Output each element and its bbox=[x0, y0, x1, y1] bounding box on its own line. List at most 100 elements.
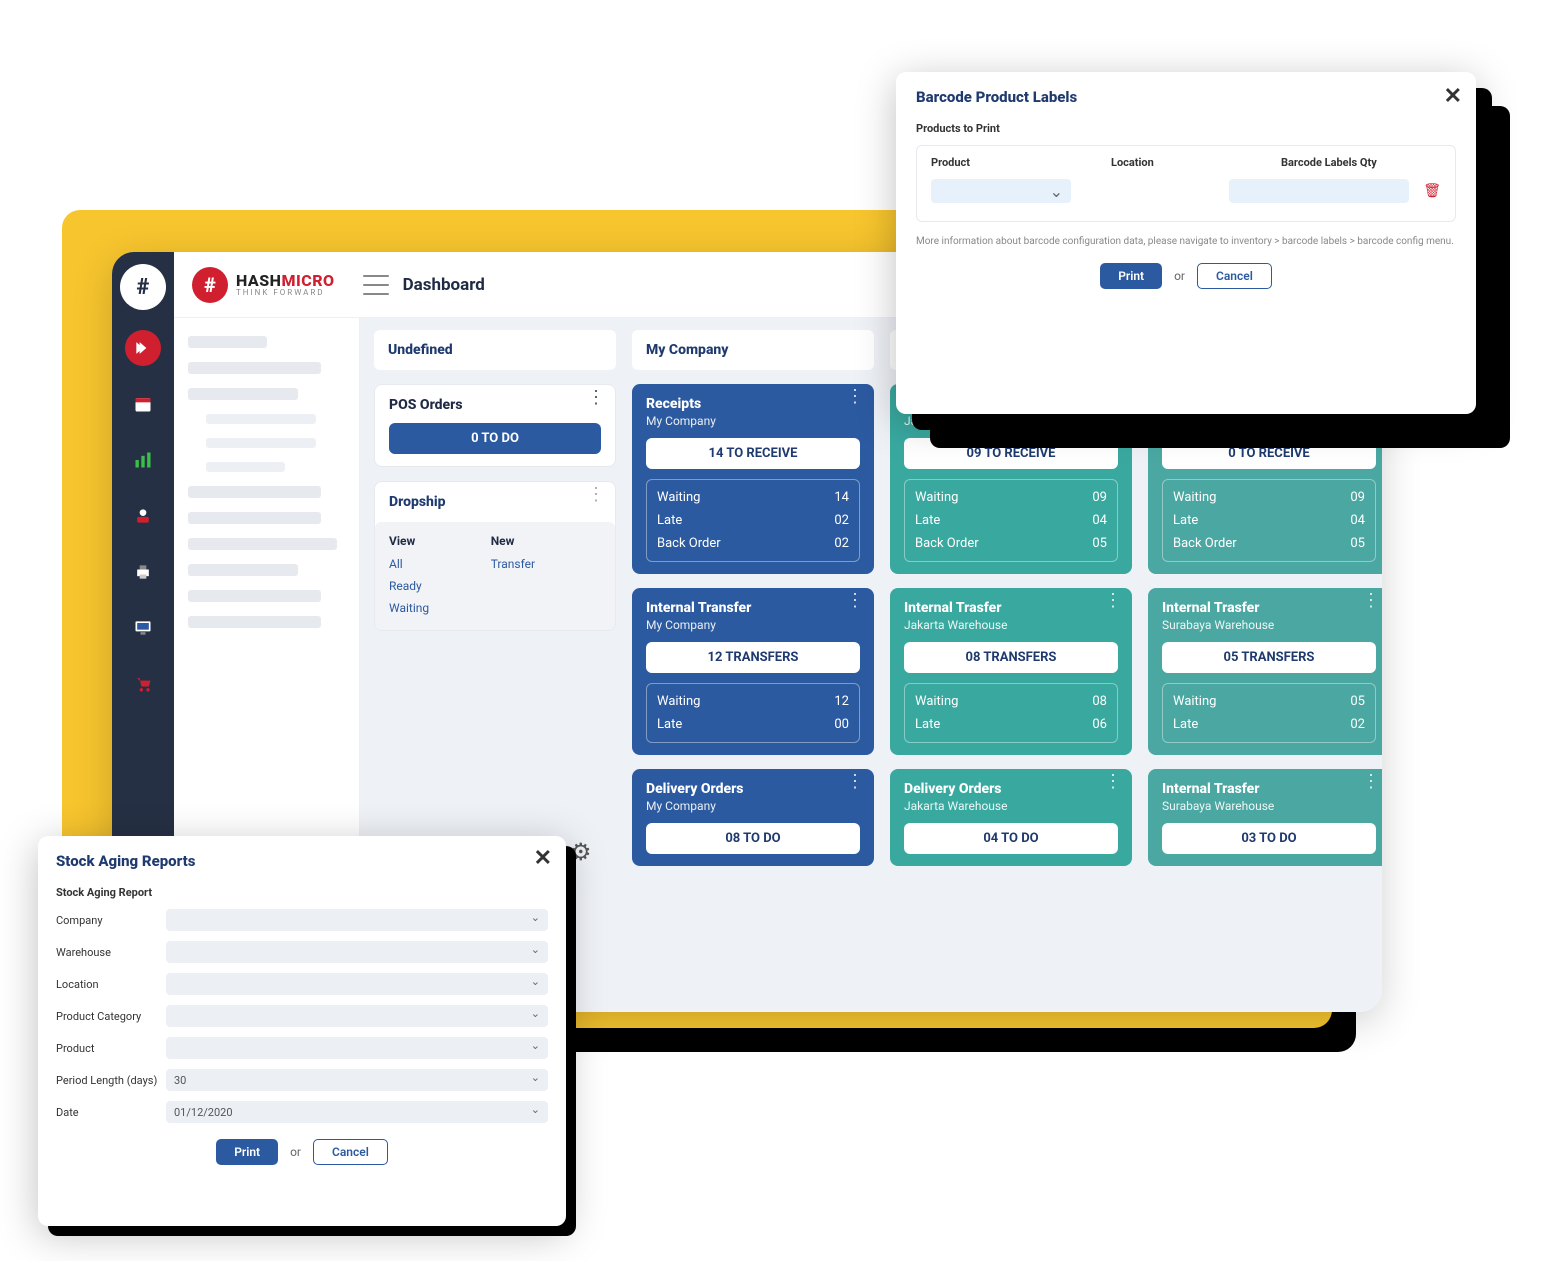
stat-label: Late bbox=[1173, 513, 1198, 528]
label-warehouse: Warehouse bbox=[56, 946, 166, 959]
stat-label: Back Order bbox=[1173, 536, 1237, 551]
menu-icon[interactable] bbox=[363, 275, 389, 295]
card-action-button[interactable]: 0 TO DO bbox=[389, 423, 601, 454]
print-button[interactable]: Print bbox=[216, 1139, 278, 1165]
calendar-icon[interactable] bbox=[125, 386, 161, 422]
chart-icon[interactable] bbox=[125, 442, 161, 478]
card-delivery-orders[interactable]: ⋮ Delivery Orders My Company 08 TO DO bbox=[632, 769, 874, 866]
card-title: Internal Trasfer bbox=[1162, 600, 1376, 616]
warehouse-select[interactable] bbox=[166, 941, 548, 963]
company-select[interactable] bbox=[166, 909, 548, 931]
card-stats: Waiting05 Late02 bbox=[1162, 683, 1376, 743]
more-icon[interactable]: ⋮ bbox=[587, 492, 605, 497]
nav-skeleton bbox=[188, 512, 321, 524]
date-select[interactable]: 01/12/2020 bbox=[166, 1101, 548, 1123]
card-subtitle: Surabaya Warehouse bbox=[1162, 618, 1376, 632]
more-icon[interactable]: ⋮ bbox=[846, 598, 864, 603]
stat-value: 05 bbox=[1092, 536, 1107, 551]
card-title: Dropship bbox=[389, 494, 601, 510]
trash-icon[interactable]: 🗑 bbox=[1423, 183, 1441, 199]
more-icon[interactable]: ⋮ bbox=[1362, 598, 1380, 603]
link-all[interactable]: All bbox=[389, 554, 489, 574]
card-action-button[interactable]: 04 TO DO bbox=[904, 823, 1118, 854]
link-ready[interactable]: Ready bbox=[389, 576, 489, 596]
print-button[interactable]: Print bbox=[1100, 263, 1162, 289]
card-internal-transfer[interactable]: ⋮ Internal Trasfer Surabaya Warehouse 05… bbox=[1148, 588, 1382, 755]
stat-label: Waiting bbox=[657, 694, 700, 709]
card-action-button[interactable]: 05 TRANSFERS bbox=[1162, 642, 1376, 673]
section-label: Products to Print bbox=[916, 122, 1456, 135]
more-icon[interactable]: ⋮ bbox=[587, 395, 605, 400]
barcode-modal: ✕ Barcode Product Labels Products to Pri… bbox=[896, 72, 1476, 414]
modal-title: Stock Aging Reports bbox=[56, 852, 548, 870]
link-transfer[interactable]: Transfer bbox=[491, 554, 601, 574]
card-stats: Waiting09 Late04 Back Order05 bbox=[904, 479, 1118, 562]
product-select[interactable] bbox=[931, 179, 1071, 203]
nav-skeleton bbox=[188, 538, 337, 550]
brand-mark-icon: # bbox=[192, 267, 228, 303]
card-action-button[interactable]: 08 TRANSFERS bbox=[904, 642, 1118, 673]
link-waiting[interactable]: Waiting bbox=[389, 598, 489, 618]
card-action-button[interactable]: 14 TO RECEIVE bbox=[646, 438, 860, 469]
barcode-row: 🗑 bbox=[931, 179, 1441, 203]
stat-value: 02 bbox=[834, 513, 849, 528]
stat-value: 02 bbox=[834, 536, 849, 551]
more-icon[interactable]: ⋮ bbox=[846, 394, 864, 399]
qty-input[interactable] bbox=[1229, 179, 1409, 203]
location-select[interactable] bbox=[166, 973, 548, 995]
column-header: Undefined bbox=[374, 330, 616, 370]
card-internal-transfer[interactable]: ⋮ Internal Transfer My Company 12 TRANSF… bbox=[632, 588, 874, 755]
stat-value: 04 bbox=[1350, 513, 1365, 528]
stat-label: Late bbox=[657, 717, 682, 732]
period-select[interactable]: 30 bbox=[166, 1069, 548, 1091]
cancel-button[interactable]: Cancel bbox=[1197, 263, 1272, 289]
cancel-button[interactable]: Cancel bbox=[313, 1139, 388, 1165]
close-icon[interactable]: ✕ bbox=[534, 846, 552, 871]
card-title: Delivery Orders bbox=[646, 781, 860, 797]
stat-label: Back Order bbox=[915, 536, 979, 551]
stat-value: 12 bbox=[834, 694, 849, 709]
sidebar-expand-icon[interactable] bbox=[125, 330, 161, 366]
stat-value: 08 bbox=[1092, 694, 1107, 709]
card-action-button[interactable]: 03 TO DO bbox=[1162, 823, 1376, 854]
card-delivery-orders[interactable]: ⋮ Internal Trasfer Surabaya Warehouse 03… bbox=[1148, 769, 1382, 866]
view-header: View bbox=[389, 534, 489, 552]
stat-label: Waiting bbox=[657, 490, 700, 505]
more-icon[interactable]: ⋮ bbox=[846, 779, 864, 784]
or-text: or bbox=[1174, 269, 1185, 283]
more-icon[interactable]: ⋮ bbox=[1104, 779, 1122, 784]
col-qty: Barcode Labels Qty bbox=[1281, 156, 1441, 169]
card-title: Delivery Orders bbox=[904, 781, 1118, 797]
stat-label: Waiting bbox=[1173, 490, 1216, 505]
stat-label: Waiting bbox=[915, 490, 958, 505]
product-select[interactable] bbox=[166, 1037, 548, 1059]
section-label: Stock Aging Report bbox=[56, 886, 548, 899]
more-icon[interactable]: ⋮ bbox=[1362, 779, 1380, 784]
card-action-button[interactable]: 08 TO DO bbox=[646, 823, 860, 854]
printer-icon[interactable] bbox=[125, 554, 161, 590]
card-internal-transfer[interactable]: ⋮ Internal Trasfer Jakarta Warehouse 08 … bbox=[890, 588, 1132, 755]
users-icon[interactable] bbox=[125, 498, 161, 534]
nav-skeleton bbox=[188, 616, 321, 628]
card-pos-orders[interactable]: ⋮ POS Orders 0 TO DO bbox=[374, 384, 616, 467]
card-stats: Waiting09 Late04 Back Order05 bbox=[1162, 479, 1376, 562]
monitor-icon[interactable] bbox=[125, 610, 161, 646]
card-title: Internal Trasfer bbox=[904, 600, 1118, 616]
more-icon[interactable]: ⋮ bbox=[1104, 598, 1122, 603]
card-delivery-orders[interactable]: ⋮ Delivery Orders Jakarta Warehouse 04 T… bbox=[890, 769, 1132, 866]
category-select[interactable] bbox=[166, 1005, 548, 1027]
nav-skeleton bbox=[188, 564, 298, 576]
close-icon[interactable]: ✕ bbox=[1444, 84, 1462, 109]
app-logo-icon[interactable]: # bbox=[120, 264, 166, 310]
cart-icon[interactable] bbox=[125, 666, 161, 702]
card-title: Internal Trasfer bbox=[1162, 781, 1376, 797]
page-title: Dashboard bbox=[403, 275, 485, 295]
card-dropship[interactable]: ⋮ Dropship ViewNew AllTransfer Ready Wai… bbox=[374, 481, 616, 631]
col-location: Location bbox=[1111, 156, 1281, 169]
card-receipts[interactable]: ⋮ Receipts My Company 14 TO RECEIVE Wait… bbox=[632, 384, 874, 574]
stat-value: 00 bbox=[834, 717, 849, 732]
label-product: Product bbox=[56, 1042, 166, 1055]
new-header: New bbox=[491, 534, 601, 552]
column-header: My Company bbox=[632, 330, 874, 370]
card-action-button[interactable]: 12 TRANSFERS bbox=[646, 642, 860, 673]
